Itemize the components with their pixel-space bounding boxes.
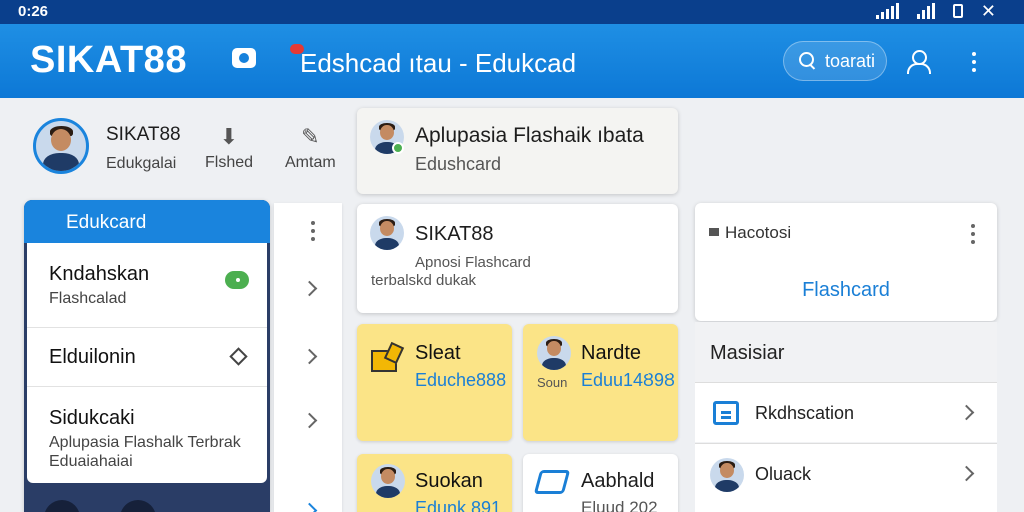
edit-action-label: Amtam <box>285 154 336 171</box>
right-panel: Hacotosi Flashcard <box>695 203 997 321</box>
flashcard-sleat[interactable]: Sleat Eduche888 <box>357 324 512 441</box>
list-item-label: Rkdhscation <box>755 403 855 423</box>
status-time: 0:26 <box>18 3 49 20</box>
brand-logo[interactable]: SIKAT88 <box>30 39 187 82</box>
chevron-column <box>274 203 342 512</box>
battery-icon <box>952 4 963 18</box>
card-subtitle: Eduche888 <box>415 370 507 390</box>
wifi-signal-icon <box>916 3 935 19</box>
card-title: Aabhald <box>581 470 655 492</box>
more-options-icon[interactable] <box>971 52 977 72</box>
list-item[interactable]: Kndahskan Flashcalad <box>27 243 267 328</box>
search-button[interactable]: toarati <box>783 41 887 81</box>
list-item[interactable]: Sidukcaki Aplupasia Flashalk Terbrak Edu… <box>27 387 267 483</box>
tag-icon <box>709 228 719 236</box>
list-item-title: Sidukcaki <box>49 407 135 429</box>
box-icon <box>371 344 401 372</box>
flashcard-nardte[interactable]: Nardte Soun Eduu14Ȣ9Ȣ <box>523 324 678 441</box>
page-title: Edshcad ıtau - Edukcad <box>300 48 577 78</box>
search-icon <box>799 52 817 70</box>
flashcard-link[interactable]: Flashcard <box>695 279 997 302</box>
profile-avatar[interactable] <box>33 118 89 174</box>
card-title: Sleat <box>415 342 461 364</box>
section-header: Masisiar <box>710 342 785 364</box>
signal-icon <box>875 3 899 19</box>
card-title: Nardte <box>581 342 642 364</box>
flashcard-aabhald[interactable]: Aabhald Eluud 202 <box>523 454 678 512</box>
list-item-subtitle-2: Eduaiahaiai <box>49 453 133 470</box>
toggle-switch[interactable] <box>225 271 249 289</box>
avatar[interactable] <box>120 500 156 512</box>
profile-subtitle: Edukgalai <box>106 155 177 172</box>
online-badge <box>392 142 404 154</box>
user-line-2: terbalskd dukak <box>371 272 477 289</box>
left-panel-header: Edukcard <box>24 200 270 243</box>
card-small-label: Soun <box>537 375 568 390</box>
download-action[interactable]: ⬇ Flshed <box>205 124 253 172</box>
list-item[interactable]: Rkdhscation <box>695 382 997 442</box>
list-item[interactable]: Elduilonin <box>27 328 267 387</box>
avatar <box>710 458 744 492</box>
flashcard-user[interactable]: SIKAT88 Apnosi Flashcard terbalskd dukak <box>357 204 678 313</box>
more-options-icon[interactable] <box>310 221 316 241</box>
more-options-icon[interactable] <box>970 224 976 244</box>
card-title: Suokan <box>415 470 483 492</box>
avatar <box>370 216 404 250</box>
system-icons: ✕ <box>875 2 996 20</box>
chevron-right-icon <box>958 465 975 482</box>
list-item-label: Oluack <box>755 464 812 484</box>
avatar[interactable] <box>44 500 80 512</box>
camera-icon[interactable] <box>232 48 256 68</box>
edit-pencil-icon: ✎ <box>301 124 320 149</box>
avatar <box>537 336 571 370</box>
flashcard-top[interactable]: Aplupasia Flashaik ıbata Edushcard <box>357 108 678 194</box>
flashcard-title: Aplupasia Flashaik ıbata <box>415 124 644 147</box>
chevron-right-icon[interactable] <box>301 280 318 297</box>
user-name: SIKAT88 <box>415 223 494 245</box>
search-label: toarati <box>825 50 876 71</box>
edit-action[interactable]: ✎ Amtam <box>285 124 336 172</box>
right-section: Masisiar Rkdhscation Oluack <box>695 322 997 512</box>
app-bar: SIKAT88 Edshcad ıtau - Edukcad toarati <box>0 24 1024 98</box>
card-subtitle: Eduu14Ȣ9Ȣ <box>581 370 675 390</box>
list-item-subtitle: Aplupasia Flashalk Terbrak <box>49 434 241 451</box>
card-subtitle: Edunk 891 <box>415 498 502 512</box>
user-line-1: Apnosi Flashcard <box>415 254 531 271</box>
user-icon[interactable] <box>905 48 931 74</box>
avatar-row <box>44 500 156 512</box>
document-icon <box>713 401 739 425</box>
download-action-label: Flshed <box>205 154 254 171</box>
chevron-right-icon <box>958 404 975 421</box>
close-icon[interactable]: ✕ <box>981 2 996 20</box>
avatar <box>371 464 405 498</box>
card-subtitle: Eluud 202 <box>581 498 658 512</box>
status-bar: 0:26 ✕ <box>0 0 1024 24</box>
flashcard-subtitle: Edushcard <box>415 154 502 174</box>
chevron-right-icon[interactable] <box>301 412 318 429</box>
right-panel-label: Hacotosi <box>725 223 792 242</box>
list-item-subtitle: Flashcalad <box>49 290 127 307</box>
left-panel: Edukcard Kndahskan Flashcalad Elduilonin… <box>24 200 270 512</box>
handshake-icon <box>533 470 571 494</box>
flashcard-suokan[interactable]: Suokan Edunk 891 <box>357 454 512 512</box>
download-icon: ⬇ <box>219 124 239 149</box>
chevron-right-icon[interactable] <box>301 502 318 512</box>
left-panel-list: Kndahskan Flashcalad Elduilonin Sidukcak… <box>27 243 267 483</box>
list-item[interactable]: Oluack <box>695 443 997 512</box>
profile-name: SIKAT88 <box>106 124 181 145</box>
chevron-right-icon[interactable] <box>301 348 318 365</box>
